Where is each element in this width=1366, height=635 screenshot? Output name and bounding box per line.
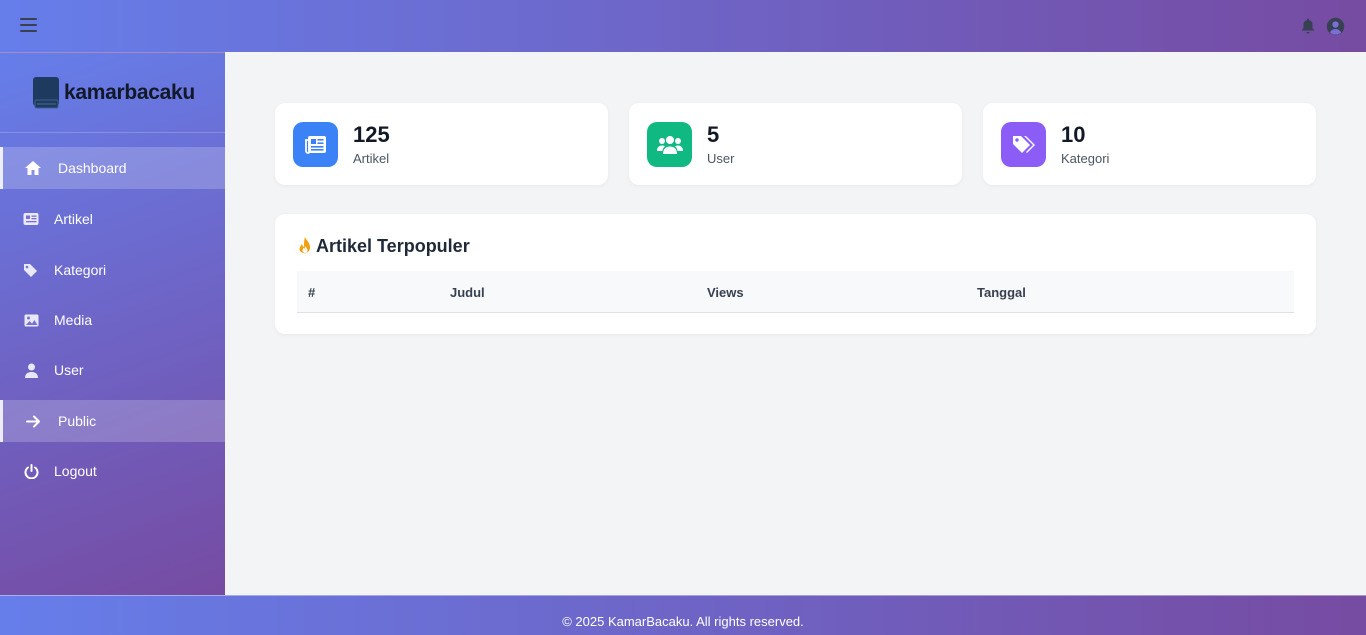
popular-articles-title: Artikel Terpopuler [297,236,470,257]
sidebar-item-media[interactable]: Media [0,299,225,341]
power-icon [22,462,40,480]
sidebar-item-label: Logout [54,463,97,479]
sidebar-item-label: Media [54,312,93,328]
sidebar: kamarbacaku Dashboard Artikel Kategori M… [0,52,225,595]
sidebar-item-label: User [54,362,84,378]
stat-label: User [707,151,735,166]
popular-articles-card: Artikel Terpopuler # Judul Views Tanggal [275,214,1316,334]
image-icon [22,311,40,329]
stat-value: 5 [707,122,720,147]
sidebar-item-public[interactable]: Public [0,400,225,442]
sidebar-item-label: Kategori [54,262,107,278]
sidebar-item-artikel[interactable]: Artikel [0,198,225,240]
users-icon [647,122,692,167]
popular-title-text: Artikel Terpopuler [316,236,470,256]
user-icon [22,361,40,379]
stat-card-artikel: 125 Artikel [275,103,608,185]
newspaper-icon [293,122,338,167]
stat-card-kategori: 10 Kategori [983,103,1316,185]
arrow-right-icon [24,412,42,430]
home-icon [24,159,42,177]
user-circle-icon[interactable] [1326,17,1345,36]
top-navbar [0,0,1366,52]
newspaper-icon [22,210,40,228]
main-content: 125 Artikel 5 User 10 Kategori Artikel T… [225,52,1366,587]
stat-value: 10 [1061,122,1086,147]
sidebar-item-label: Dashboard [58,160,127,176]
brand[interactable]: kamarbacaku [0,53,225,133]
column-header-views: Views [707,285,744,300]
stat-value: 125 [353,122,390,147]
column-header-tanggal: Tanggal [977,285,1026,300]
column-header-judul: Judul [450,285,485,300]
table-header: # Judul Views Tanggal [297,271,1294,313]
tags-icon [1001,122,1046,167]
footer-copyright: © 2025 KamarBacaku. All rights reserved. [562,614,804,629]
fire-icon [299,237,311,254]
stat-card-user: 5 User [629,103,962,185]
footer: © 2025 KamarBacaku. All rights reserved. [0,595,1366,635]
sidebar-item-label: Public [58,413,97,429]
bell-icon[interactable] [1299,17,1317,35]
sidebar-item-kategori[interactable]: Kategori [0,249,225,291]
sidebar-item-dashboard[interactable]: Dashboard [0,147,225,189]
brand-name: kamarbacaku [64,80,195,104]
sidebar-item-label: Artikel [54,211,93,227]
tags-icon [22,261,40,279]
sidebar-item-logout[interactable]: Logout [0,450,225,492]
stat-label: Kategori [1061,151,1110,166]
column-header-number: # [308,285,316,300]
hamburger-icon[interactable] [20,18,37,34]
stat-label: Artikel [353,151,390,166]
sidebar-item-user[interactable]: User [0,349,225,391]
book-logo-icon [33,76,59,108]
